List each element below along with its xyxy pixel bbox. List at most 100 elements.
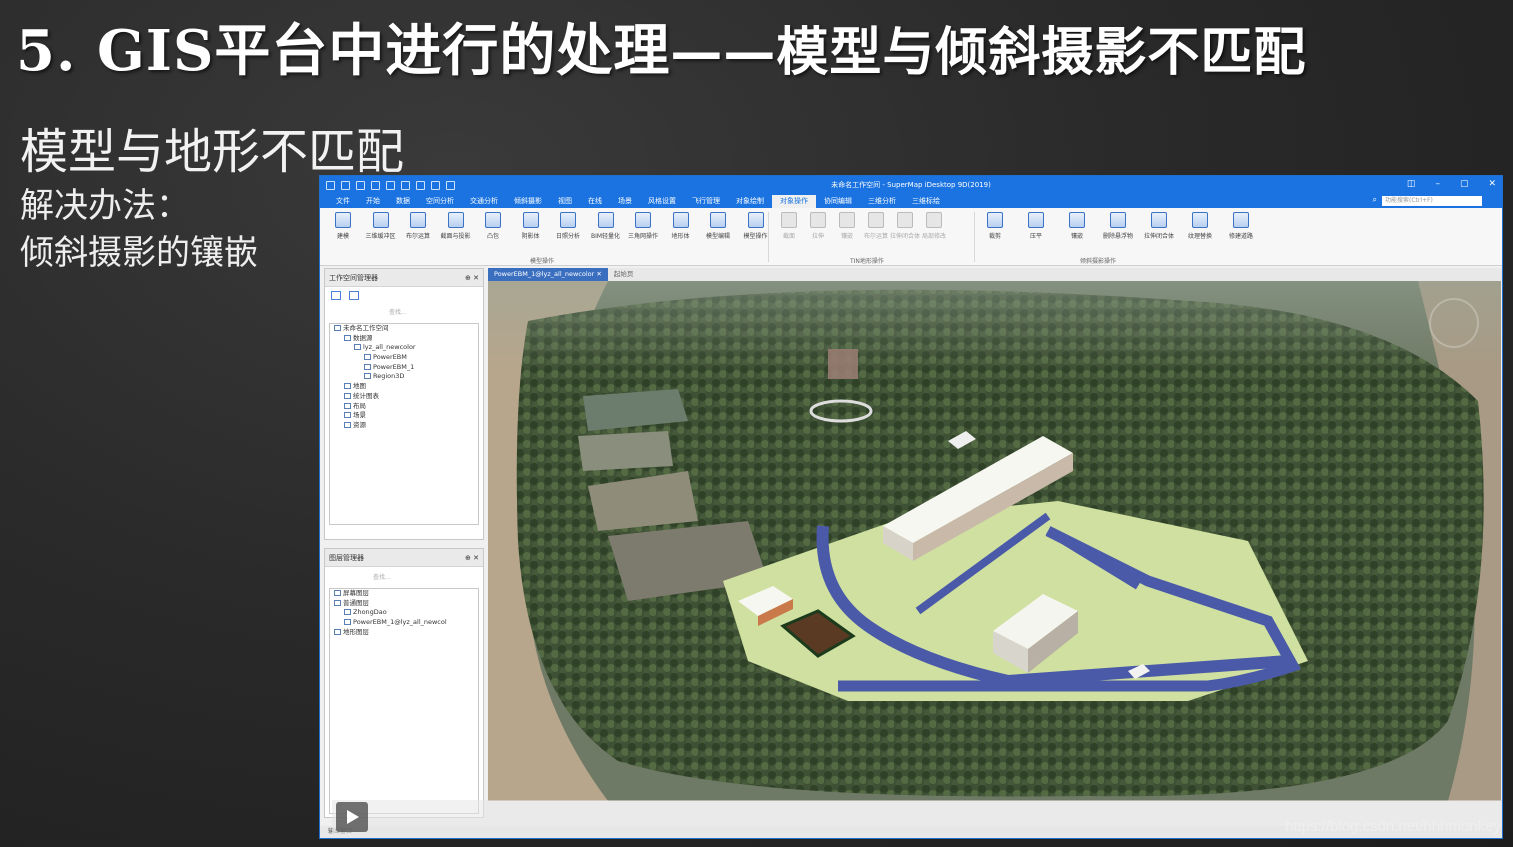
ribbon-group-label: 倾斜摄影操作 xyxy=(1080,258,1117,265)
ribbon-button[interactable]: 拉伸闭合体 xyxy=(1142,212,1176,240)
ribbon-button-label: 拉伸闭合体 xyxy=(889,233,920,240)
close-icon[interactable]: ✕ xyxy=(473,554,479,562)
ribbon-button[interactable]: 三角网操作 xyxy=(626,212,660,240)
ribbon-button[interactable]: 地形体 xyxy=(664,212,698,240)
compass-icon[interactable] xyxy=(1429,298,1479,348)
tree-node[interactable]: 普通图层 xyxy=(330,599,478,609)
tree-node-icon xyxy=(334,590,341,596)
scene-3d-view[interactable] xyxy=(488,281,1501,801)
menu-item[interactable]: 风格设置 xyxy=(640,195,684,208)
tree-node[interactable]: 地形图层 xyxy=(330,628,478,638)
tree-node-label: 场景 xyxy=(353,411,366,420)
tree-node[interactable]: PowerEBM_1@lyz_all_newcol xyxy=(330,618,478,628)
close-icon[interactable]: ✕ xyxy=(473,274,479,282)
pin-icon[interactable]: ⊕ xyxy=(465,554,471,562)
menu-item[interactable]: 对象绘制 xyxy=(728,195,772,208)
ribbon-button[interactable]: 布尔运算 xyxy=(401,212,435,240)
restore-layout-icon[interactable]: ◫ xyxy=(1407,179,1416,189)
menu-item[interactable]: 对象操作 xyxy=(772,195,816,208)
tree-node[interactable]: PowerEBM xyxy=(330,353,478,363)
tree-node[interactable]: 屏幕图层 xyxy=(330,589,478,599)
slide-subtitle: 模型与地形不匹配 xyxy=(20,124,405,180)
ribbon-button[interactable]: 三维缓冲区 xyxy=(364,212,398,240)
tree-node[interactable]: ZhongDao xyxy=(330,608,478,618)
tree-node[interactable]: 布局 xyxy=(330,402,478,412)
menu-item[interactable]: 协同编辑 xyxy=(816,195,860,208)
ribbon-button[interactable]: 凸包 xyxy=(476,212,510,240)
function-search-input[interactable]: 功能搜索(Ctrl+F) xyxy=(1382,196,1482,206)
tool-icon xyxy=(926,212,942,228)
menu-item[interactable]: 三维标绘 xyxy=(904,195,948,208)
tool-icon xyxy=(672,212,689,228)
tree-node-label: 地形图层 xyxy=(343,627,369,636)
tool-icon xyxy=(747,212,764,228)
datasource-icon[interactable] xyxy=(349,291,359,300)
layer-search-input[interactable]: 查找... xyxy=(331,572,477,586)
menu-item[interactable]: 数据 xyxy=(388,195,418,208)
tree-node-label: 布局 xyxy=(353,401,366,410)
tool-icon xyxy=(597,212,614,228)
tree-node-icon xyxy=(364,363,371,370)
ribbon-button-label: 日照分析 xyxy=(555,233,580,240)
ribbon-button[interactable]: BIM轻量化 xyxy=(589,212,623,240)
close-icon[interactable]: ✕ xyxy=(1488,179,1496,189)
tree-node-icon xyxy=(334,628,341,635)
play-button[interactable] xyxy=(336,802,368,832)
tree-node[interactable]: Region3D xyxy=(330,372,478,382)
ribbon-button[interactable]: 阴影体 xyxy=(514,212,548,240)
menu-item[interactable]: 空间分析 xyxy=(418,195,462,208)
tree-node[interactable]: lyz_all_newcolor xyxy=(330,343,478,353)
ribbon-button[interactable]: 修建道路 xyxy=(1224,212,1258,240)
tree-node[interactable]: 场景 xyxy=(330,411,478,421)
menu-item[interactable]: 三维分析 xyxy=(860,195,904,208)
document-tab[interactable]: 起始页 xyxy=(608,268,640,281)
menu-item[interactable]: 文件 xyxy=(328,195,358,208)
ribbon-group-label: 模型操作 xyxy=(530,258,555,265)
tower-model xyxy=(828,349,858,379)
tree-node[interactable]: 统计图表 xyxy=(330,392,478,402)
pin-icon[interactable]: ⊕ xyxy=(465,274,471,282)
ribbon-button[interactable]: 局部修改 xyxy=(917,212,951,240)
menu-item[interactable]: 交通分析 xyxy=(462,195,506,208)
menu-item[interactable]: 开始 xyxy=(358,195,388,208)
menu-item[interactable]: 场景 xyxy=(610,195,640,208)
tree-node[interactable]: 地图 xyxy=(330,382,478,392)
ribbon-button[interactable]: 纹理替换 xyxy=(1183,212,1217,240)
minimize-icon[interactable]: – xyxy=(1435,179,1440,189)
menu-item[interactable]: 在线 xyxy=(580,195,610,208)
ribbon: 建模 三维缓冲区 布尔运算 截面与投影 凸包 阴影体 日照分析 BIM轻量化 三角网操作 地形体模… xyxy=(320,208,1502,266)
ribbon-button[interactable]: 删除悬浮物 xyxy=(1101,212,1135,240)
ribbon-button[interactable]: 压平 xyxy=(1019,212,1053,240)
tree-node[interactable]: 未命名工作空间 xyxy=(330,324,478,334)
ribbon-button[interactable]: 镶嵌 xyxy=(1060,212,1094,240)
watermark: https://blog.csdn.net/hhhmonkey xyxy=(1285,818,1501,835)
maximize-icon[interactable]: ▢ xyxy=(1460,179,1469,189)
tool-icon xyxy=(485,212,501,228)
ribbon-button[interactable]: 日照分析 xyxy=(551,212,585,240)
ribbon-button[interactable]: 建模 xyxy=(326,212,360,240)
workspace-icon[interactable] xyxy=(331,291,341,300)
tool-icon xyxy=(335,212,351,228)
tree-node[interactable]: 资源 xyxy=(330,421,478,431)
menu-item[interactable]: 视图 xyxy=(550,195,580,208)
menu-item[interactable]: 飞行管理 xyxy=(684,195,728,208)
tree-node-label: 屏幕图层 xyxy=(343,589,369,597)
ribbon-button-label: 三角网操作 xyxy=(627,233,658,240)
ribbon-button-label: 修建道路 xyxy=(1228,233,1253,240)
tree-node[interactable]: PowerEBM_1 xyxy=(330,363,478,373)
close-icon[interactable]: ✕ xyxy=(594,270,601,278)
layer-manager-title: 图层管理器 xyxy=(329,554,364,562)
ribbon-button[interactable]: 截面与投影 xyxy=(439,212,473,240)
tree-node-icon xyxy=(364,373,371,380)
workspace-search-input[interactable]: 查找... xyxy=(331,307,477,321)
tree-node[interactable]: 数据源 xyxy=(330,334,478,344)
workspace-toolbar xyxy=(325,287,483,305)
ribbon-button[interactable]: 模型编辑 xyxy=(701,212,735,240)
tool-icon xyxy=(781,212,797,228)
tree-node-label: Region3D xyxy=(373,372,405,381)
document-tab[interactable]: PowerEBM_1@lyz_all_newcolor ✕ xyxy=(488,268,608,281)
ribbon-group-separator xyxy=(768,212,769,262)
ribbon-button[interactable]: 裁剪 xyxy=(978,212,1012,240)
menu-item[interactable]: 倾斜摄影 xyxy=(506,195,550,208)
tree-node-icon xyxy=(344,402,351,409)
